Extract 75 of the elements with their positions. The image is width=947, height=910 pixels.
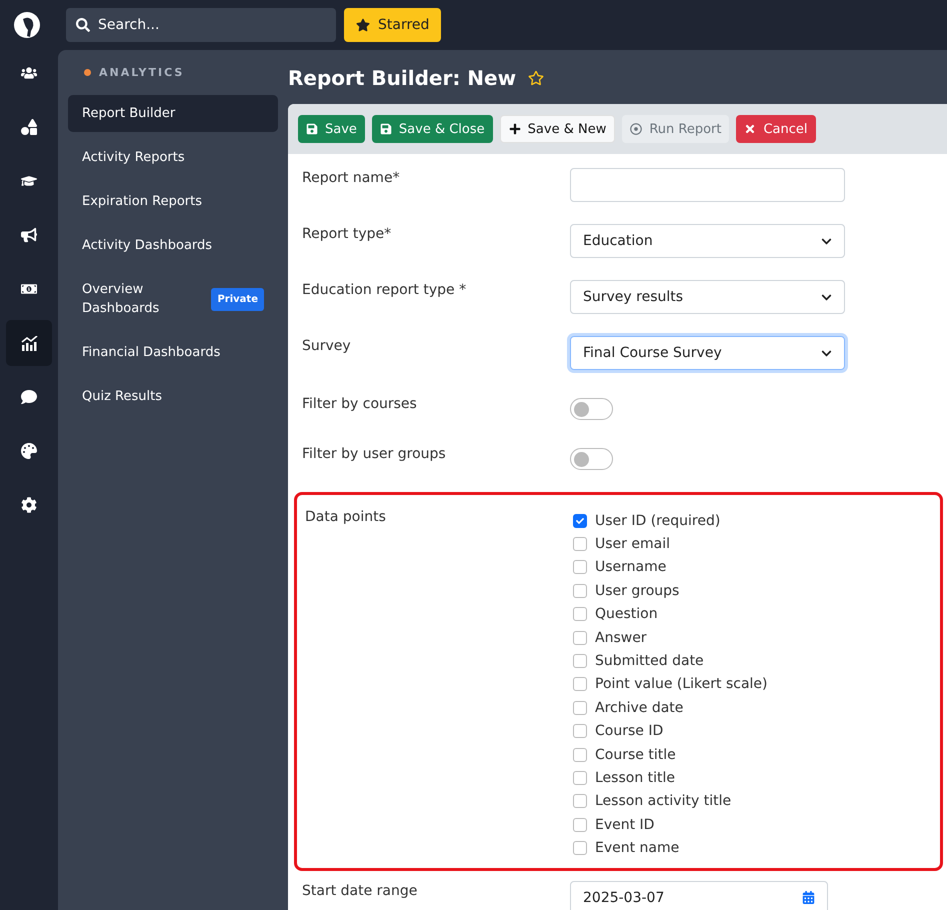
checkbox[interactable] xyxy=(573,630,587,645)
toolbar-button[interactable]: Cancel xyxy=(736,115,816,143)
checkbox[interactable] xyxy=(573,584,587,598)
checkbox[interactable] xyxy=(573,654,587,668)
plus-icon xyxy=(508,123,521,135)
calendar-icon xyxy=(802,891,815,904)
star-icon xyxy=(356,18,370,32)
checkbox-option[interactable]: Point value (Likert scale) xyxy=(573,672,930,696)
checkbox[interactable] xyxy=(573,607,587,622)
checkbox[interactable] xyxy=(573,537,587,552)
private-badge: Private xyxy=(211,288,264,310)
toggle-switch[interactable] xyxy=(570,448,613,470)
checkbox-option[interactable]: Answer xyxy=(573,626,930,650)
checkbox[interactable] xyxy=(573,560,587,574)
field-label: Start date range xyxy=(302,882,418,899)
select-field[interactable]: Survey results xyxy=(570,280,845,314)
select-field[interactable]: Education xyxy=(570,224,845,258)
field-label: Survey xyxy=(302,337,352,354)
close-icon xyxy=(744,123,756,135)
select-field[interactable]: Final Course Survey xyxy=(570,336,845,370)
chart-icon[interactable] xyxy=(6,320,52,366)
checkbox[interactable] xyxy=(573,794,587,808)
sidebar-item[interactable]: Activity Dashboards xyxy=(68,227,278,264)
checkbox[interactable] xyxy=(573,818,587,832)
field-label: Education report type * xyxy=(302,281,468,298)
chevron-down-icon xyxy=(821,348,832,358)
sidebar-item[interactable]: Quiz Results xyxy=(68,378,278,415)
checkbox[interactable] xyxy=(573,748,587,762)
checkbox-option[interactable]: Lesson title xyxy=(573,766,930,790)
star-icon[interactable] xyxy=(528,70,544,86)
chevron-down-icon xyxy=(821,292,832,302)
toggle-switch[interactable] xyxy=(570,398,613,420)
checkbox-option[interactable]: Archive date xyxy=(573,696,930,720)
toolbar-button[interactable]: Save xyxy=(298,115,365,143)
checkbox[interactable] xyxy=(573,700,587,715)
checkbox-option[interactable]: Event name xyxy=(573,836,930,860)
text-field[interactable] xyxy=(570,168,845,202)
section-heading: ANALYTICS xyxy=(99,66,184,79)
field-label: Report name* xyxy=(302,169,401,186)
checkbox-option[interactable]: User groups xyxy=(573,579,930,603)
date-field[interactable]: 2025-03-07 xyxy=(570,880,828,910)
sidebar-item[interactable]: Expiration Reports xyxy=(68,183,278,220)
chevron-down-icon xyxy=(821,236,832,246)
search-icon xyxy=(76,18,90,32)
checkbox-option[interactable]: Lesson activity title xyxy=(573,790,930,814)
toolbar-button[interactable]: Save & New xyxy=(500,115,616,143)
page-title: Report Builder: New xyxy=(288,66,516,90)
field-label: Report type* xyxy=(302,225,392,242)
checkbox[interactable] xyxy=(573,677,587,692)
toolbar-button[interactable]: Save & Close xyxy=(372,115,493,143)
checkbox[interactable] xyxy=(573,724,587,738)
save-icon xyxy=(306,123,318,135)
checkbox-option[interactable]: Event ID xyxy=(573,813,930,836)
checkbox-option[interactable]: User email xyxy=(573,532,930,556)
checkbox-option[interactable]: User ID (required) xyxy=(573,509,930,532)
field-label: Filter by courses xyxy=(302,395,418,412)
checkbox[interactable] xyxy=(573,770,587,785)
starred-button[interactable]: Starred xyxy=(344,8,442,42)
sidebar-item[interactable]: Financial Dashboards xyxy=(68,334,278,371)
field-label: Data points xyxy=(305,509,387,527)
sidebar-item[interactable]: Report Builder xyxy=(68,95,278,132)
checkbox-option[interactable]: Course ID xyxy=(573,720,930,743)
sidebar-item[interactable]: Activity Reports xyxy=(68,139,278,176)
save-icon xyxy=(380,123,392,135)
checkbox-option[interactable]: Course title xyxy=(573,742,930,766)
field-label: Filter by user groups xyxy=(302,445,447,462)
sidebar-item[interactable]: Overview Dashboards Private xyxy=(68,271,278,327)
status-dot-icon xyxy=(84,69,91,76)
check-icon xyxy=(576,516,584,525)
checkbox-option[interactable]: Submitted date xyxy=(573,649,930,673)
search-field[interactable]: Search... xyxy=(66,8,336,42)
checkbox[interactable] xyxy=(573,514,587,528)
checkbox-option[interactable]: Question xyxy=(573,602,930,626)
checkbox[interactable] xyxy=(573,841,587,856)
checkbox-option[interactable]: Username xyxy=(573,556,930,580)
